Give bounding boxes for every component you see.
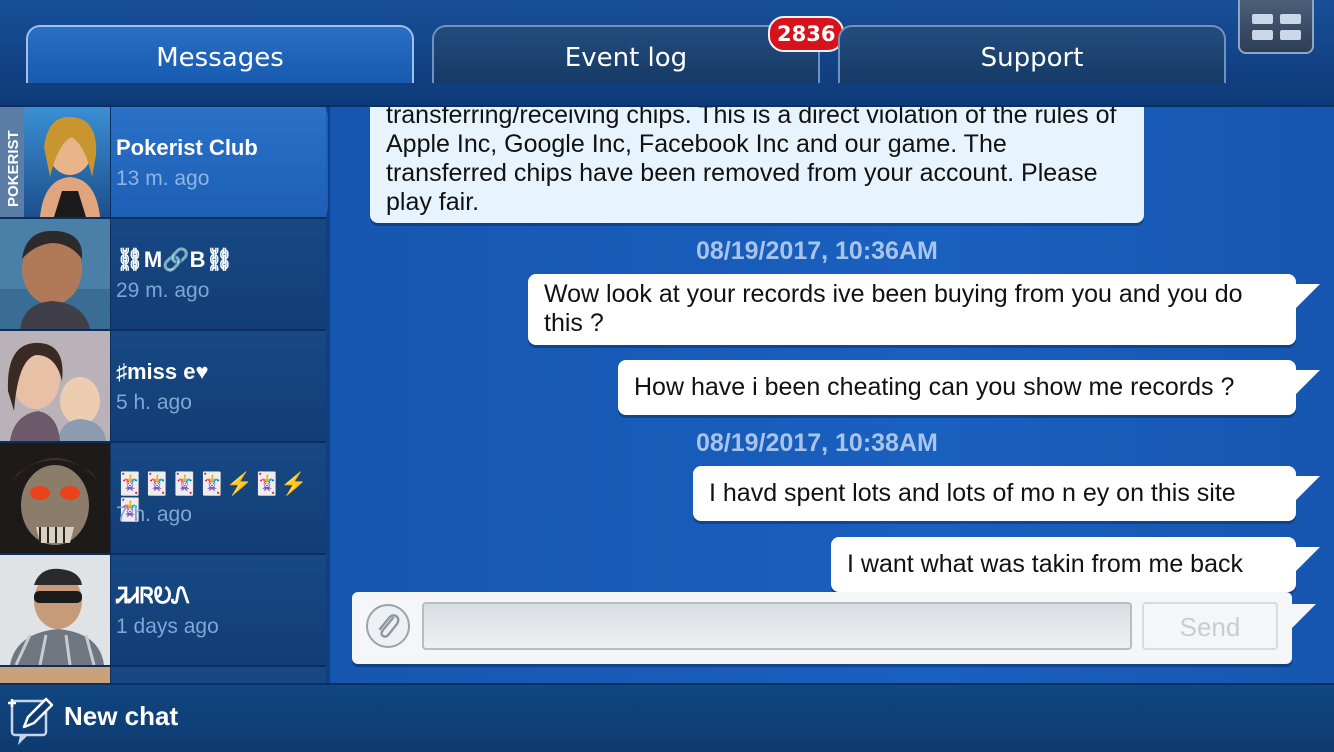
new-chat-button[interactable]: New chat xyxy=(0,685,200,752)
bottom-bar: New chat xyxy=(0,683,1334,752)
selected-arrow-icon xyxy=(326,107,328,217)
avatar: POKERIST xyxy=(0,107,111,217)
grid-icon xyxy=(1252,14,1273,24)
tab-messages[interactable]: Messages xyxy=(26,25,414,83)
outgoing-message: How have i been cheating can you show me… xyxy=(618,360,1296,415)
avatar xyxy=(0,443,111,553)
bubble-tail xyxy=(1294,476,1320,502)
attach-button[interactable] xyxy=(366,604,410,648)
send-button[interactable]: Send xyxy=(1142,602,1278,650)
grid-icon-cell xyxy=(1280,30,1301,40)
contact-last-time: 29 m. ago xyxy=(116,279,210,302)
outgoing-message: I havd spent lots and lots of mo n ey on… xyxy=(693,466,1296,521)
conversation-list: POKERIST Pokerist Club 13 m. ago ⛓M🔗B⛓ 2… xyxy=(0,107,328,683)
bubble-tail xyxy=(1294,547,1320,573)
menu-grid-button[interactable] xyxy=(1238,0,1314,54)
conversation-item[interactable]: ᏘᏗᏒᎧᏁ 1 days ago xyxy=(0,555,326,667)
message-input[interactable] xyxy=(422,602,1132,650)
timestamp: 08/19/2017, 10:38AM xyxy=(696,429,938,457)
bubble-tail xyxy=(1294,284,1320,310)
grid-icon-cell xyxy=(1280,14,1301,24)
new-chat-label: New chat xyxy=(64,701,179,731)
grid-icon-cell xyxy=(1252,30,1273,40)
conversation-item-pokerist-club[interactable]: POKERIST Pokerist Club 13 m. ago xyxy=(0,107,328,219)
contact-last-time: 7 h. ago xyxy=(116,503,192,526)
avatar xyxy=(0,667,111,683)
new-chat-icon xyxy=(8,697,54,745)
avatar xyxy=(0,219,111,329)
conversation-item[interactable]: ⛓M🔗B⛓ 29 m. ago xyxy=(0,219,326,331)
paperclip-icon xyxy=(378,614,400,638)
avatar xyxy=(0,555,111,665)
outgoing-message: Wow look at your records ive been buying… xyxy=(528,274,1296,345)
conversation-item[interactable]: 🃏🃏🃏🃏⚡🃏⚡🃏 7 h. ago xyxy=(0,443,326,555)
contact-last-time: 13 m. ago xyxy=(116,167,210,190)
contact-last-time: 5 h. ago xyxy=(116,391,192,414)
contact-name: Pokerist Club xyxy=(116,135,258,160)
timestamp: 08/19/2017, 10:36AM xyxy=(696,237,938,265)
contact-name: ♯miss e♥ xyxy=(116,359,209,384)
svg-text:POKERIST: POKERIST xyxy=(5,130,22,207)
bubble-tail xyxy=(1294,370,1320,396)
contact-last-time: 1 days ago xyxy=(116,615,219,638)
tab-support[interactable]: Support xyxy=(838,25,1226,83)
tab-event-log[interactable]: Event log xyxy=(432,25,820,83)
event-log-count-badge: 2836 xyxy=(768,16,845,52)
outgoing-message: I want what was takin from me back xyxy=(831,537,1296,592)
contact-name: ᏘᏗᏒᎧᏁ xyxy=(116,583,190,608)
conversation-item[interactable]: ♯miss e♥ 5 h. ago xyxy=(0,331,326,443)
contact-name: ⛓M🔗B⛓ xyxy=(116,247,234,272)
message-composer: Send xyxy=(352,592,1292,664)
incoming-message: transferring/receiving chips. This is a … xyxy=(370,107,1144,223)
avatar xyxy=(0,331,111,441)
conversation-item[interactable] xyxy=(0,667,326,683)
composer-tail xyxy=(1290,604,1316,630)
top-bar: Messages Event log 2836 Support xyxy=(0,0,1334,107)
